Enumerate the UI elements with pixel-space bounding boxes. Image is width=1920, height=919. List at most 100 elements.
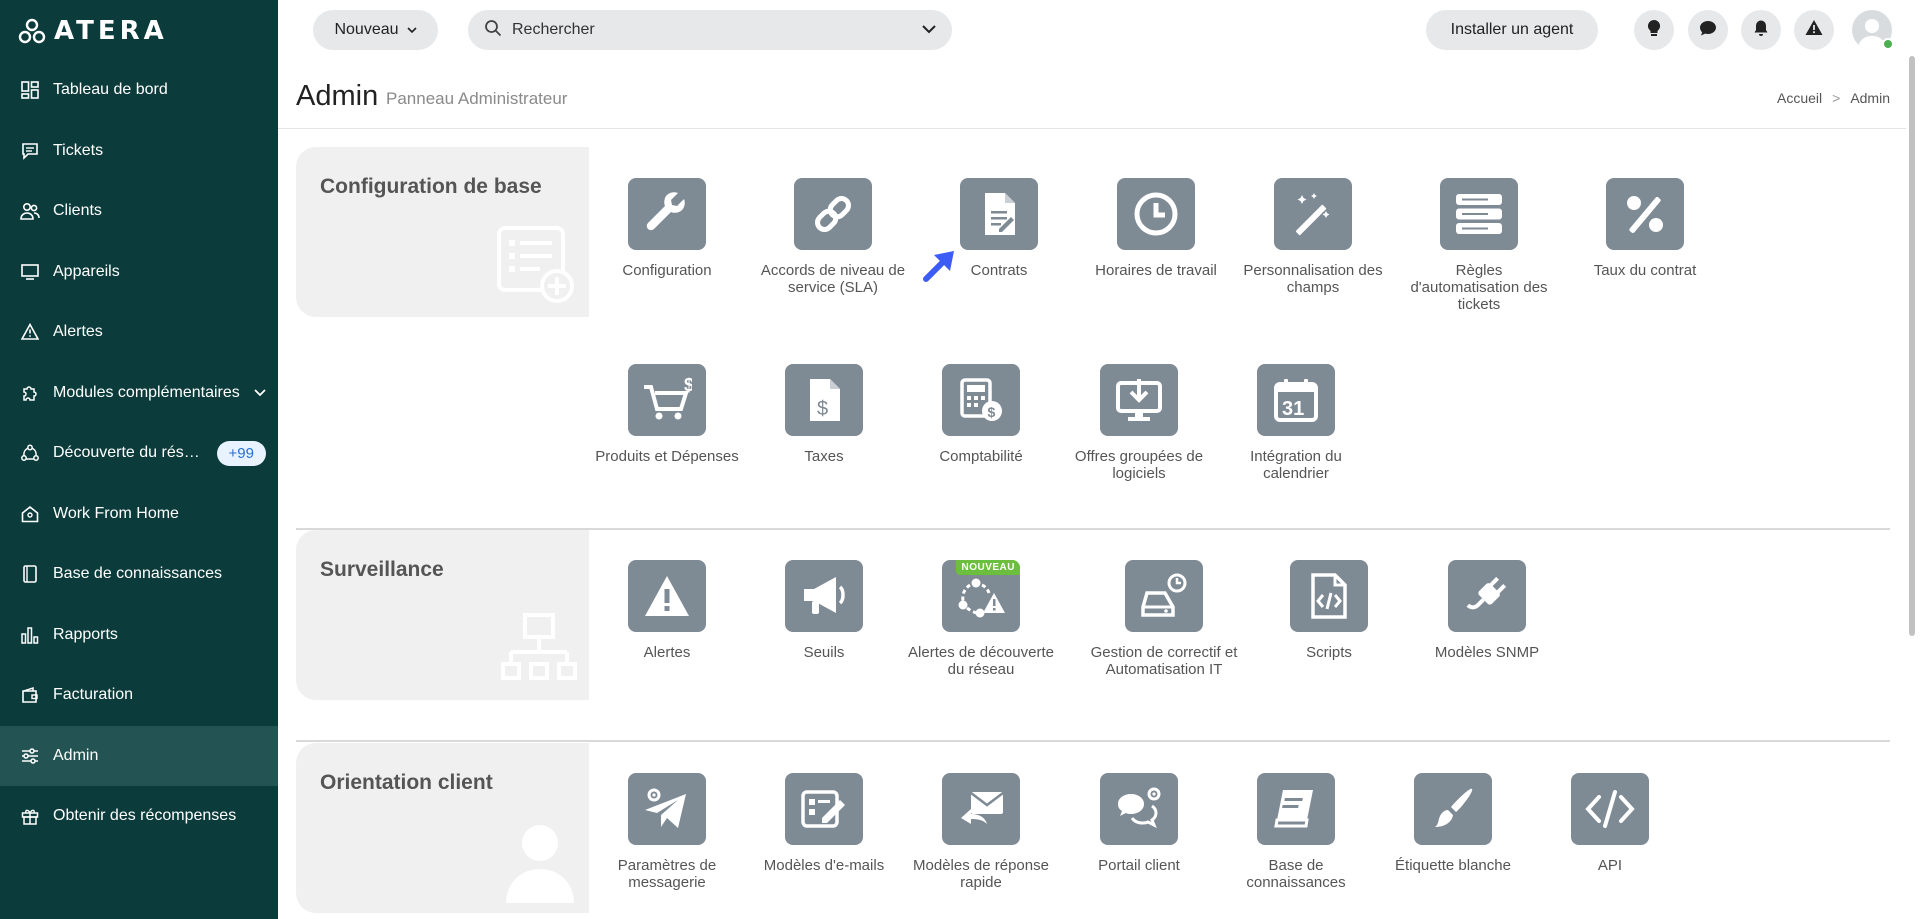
sidebar-item-knowledge-base[interactable]: Base de connaissances — [0, 544, 278, 605]
tile-scripts[interactable]: Scripts — [1254, 560, 1404, 661]
scrollbar-thumb[interactable] — [1909, 56, 1915, 636]
tile-thresholds[interactable]: Seuils — [749, 560, 899, 661]
section-divider — [296, 740, 1890, 742]
tile-label: Portail client — [1098, 857, 1180, 874]
clock-icon — [1117, 178, 1195, 250]
tile-alerts[interactable]: Alertes — [592, 560, 742, 661]
tile-label: Accords de niveau de service (SLA) — [760, 262, 906, 296]
sidebar-item-clients[interactable]: Clients — [0, 181, 278, 242]
paintbrush-icon — [1414, 773, 1492, 845]
notifications-button[interactable] — [1741, 10, 1781, 50]
tile-work-hours[interactable]: Horaires de travail — [1081, 178, 1231, 279]
search-placeholder: Rechercher — [512, 21, 595, 38]
tile-api[interactable]: API — [1535, 773, 1685, 874]
book-icon — [1257, 773, 1335, 845]
section-title: Surveillance — [320, 558, 444, 581]
install-agent-button[interactable]: Installer un agent — [1426, 10, 1598, 50]
tile-sla[interactable]: Accords de niveau de service (SLA) — [758, 178, 908, 296]
sidebar-item-devices[interactable]: Appareils — [0, 242, 278, 303]
tile-knowledge-base[interactable]: Base de connaissances — [1221, 773, 1371, 891]
chat-bubbles-gear-icon — [1100, 773, 1178, 845]
sidebar-item-label: Découverte du rés… — [53, 444, 200, 462]
tile-accounting[interactable]: $ Comptabilité — [906, 364, 1056, 465]
puzzle-icon — [20, 383, 40, 403]
breadcrumb-separator: > — [1832, 90, 1841, 106]
calendar-icon: 31 — [1257, 364, 1335, 436]
chevron-down-icon[interactable] — [922, 21, 936, 39]
sidebar-item-alerts[interactable]: Alertes — [0, 302, 278, 363]
sidebar-item-reports[interactable]: Rapports — [0, 605, 278, 666]
sidebar-item-tickets[interactable]: Tickets — [0, 121, 278, 182]
install-agent-label: Installer un agent — [1450, 21, 1574, 38]
wallet-icon — [20, 685, 40, 705]
atera-logo[interactable]: ATERA — [18, 16, 168, 46]
paper-plane-gear-icon — [628, 773, 706, 845]
online-status-indicator — [1882, 38, 1894, 50]
tile-label: Modèles d'e-mails — [763, 857, 885, 874]
sidebar-item-network-discovery[interactable]: Découverte du rés… +99 — [0, 423, 278, 484]
tile-products-expenses[interactable]: $ Produits et Dépenses — [592, 364, 742, 465]
new-badge: NOUVEAU — [956, 560, 1020, 575]
network-alert-icon: NOUVEAU — [942, 560, 1020, 632]
tile-custom-fields[interactable]: Personnalisation des champs — [1238, 178, 1388, 296]
bell-icon — [1753, 19, 1769, 42]
breadcrumb-home[interactable]: Accueil — [1777, 90, 1822, 106]
svg-text:$: $ — [684, 377, 692, 395]
logo-icon — [18, 18, 46, 44]
tile-contract-rate[interactable]: Taux du contrat — [1570, 178, 1720, 279]
book-icon — [20, 564, 40, 584]
tile-software-bundles[interactable]: Offres groupées de logiciels — [1064, 364, 1214, 482]
count-badge: +99 — [216, 440, 266, 466]
section-title: Configuration de base — [320, 175, 542, 198]
scrollbar[interactable] — [1906, 50, 1916, 640]
new-button[interactable]: Nouveau — [313, 10, 438, 50]
tile-patch-management[interactable]: Gestion de correctif et Automatisation I… — [1089, 560, 1239, 678]
sidebar-item-rewards[interactable]: Obtenir des récompenses — [0, 786, 278, 847]
sidebar-item-label: Clients — [53, 202, 102, 220]
tile-label: Configuration — [622, 262, 712, 279]
search-icon — [484, 19, 502, 42]
server-icon — [1440, 178, 1518, 250]
tile-network-discovery-alerts[interactable]: NOUVEAU Alertes de découverte du réseau — [906, 560, 1056, 678]
chat-button[interactable] — [1688, 10, 1728, 50]
tile-customer-portal[interactable]: Portail client — [1064, 773, 1214, 874]
chevron-down-icon[interactable] — [254, 384, 266, 402]
contract-icon — [960, 178, 1038, 250]
sidebar-item-billing[interactable]: Facturation — [0, 665, 278, 726]
breadcrumb-current: Admin — [1850, 90, 1890, 106]
tile-label: Comptabilité — [939, 448, 1023, 465]
tile-ticket-automation[interactable]: Règles d'automatisation des tickets — [1404, 178, 1554, 313]
warning-icon — [1805, 19, 1823, 41]
tile-quick-reply-templates[interactable]: Modèles de réponse rapide — [906, 773, 1056, 891]
tile-snmp-templates[interactable]: Modèles SNMP — [1412, 560, 1562, 661]
alerts-button[interactable] — [1794, 10, 1834, 50]
sidebar-item-label: Rapports — [53, 625, 118, 643]
sidebar-item-admin[interactable]: Admin — [0, 725, 278, 786]
clients-icon — [20, 201, 40, 221]
tile-configuration[interactable]: Configuration — [592, 178, 742, 279]
section-title: Orientation client — [320, 771, 493, 794]
sidebar-item-addons[interactable]: Modules complémentaires — [0, 363, 278, 424]
tile-email-templates[interactable]: Modèles d'e-mails — [749, 773, 899, 874]
svg-text:31: 31 — [1282, 398, 1304, 420]
tile-white-label[interactable]: Étiquette blanche — [1378, 773, 1528, 874]
sidebar-item-label: Admin — [53, 746, 99, 764]
sidebar-nav: Tableau de bord Tickets Clients Appareil… — [0, 60, 278, 847]
new-button-label: Nouveau — [334, 21, 399, 38]
chevron-down-icon — [406, 21, 417, 39]
tile-messaging-settings[interactable]: Paramètres de messagerie — [592, 773, 742, 891]
section-base-config: Configuration de base — [296, 147, 589, 317]
search-input[interactable]: Rechercher — [468, 10, 952, 50]
lightbulb-button[interactable] — [1634, 10, 1674, 50]
tile-label: Intégration du calendrier — [1250, 448, 1342, 482]
form-add-icon — [497, 226, 574, 303]
sidebar-item-work-from-home[interactable]: Work From Home — [0, 484, 278, 545]
chat-icon — [1699, 19, 1717, 42]
lightbulb-icon — [1646, 19, 1662, 42]
tile-label: Seuils — [803, 644, 845, 661]
tile-label: Modèles de réponse rapide — [913, 857, 1049, 891]
code-file-icon — [1290, 560, 1368, 632]
tile-taxes[interactable]: $ Taxes — [749, 364, 899, 465]
sidebar-item-dashboard[interactable]: Tableau de bord — [0, 60, 278, 121]
tile-calendar-integration[interactable]: 31 Intégration du calendrier — [1221, 364, 1371, 482]
